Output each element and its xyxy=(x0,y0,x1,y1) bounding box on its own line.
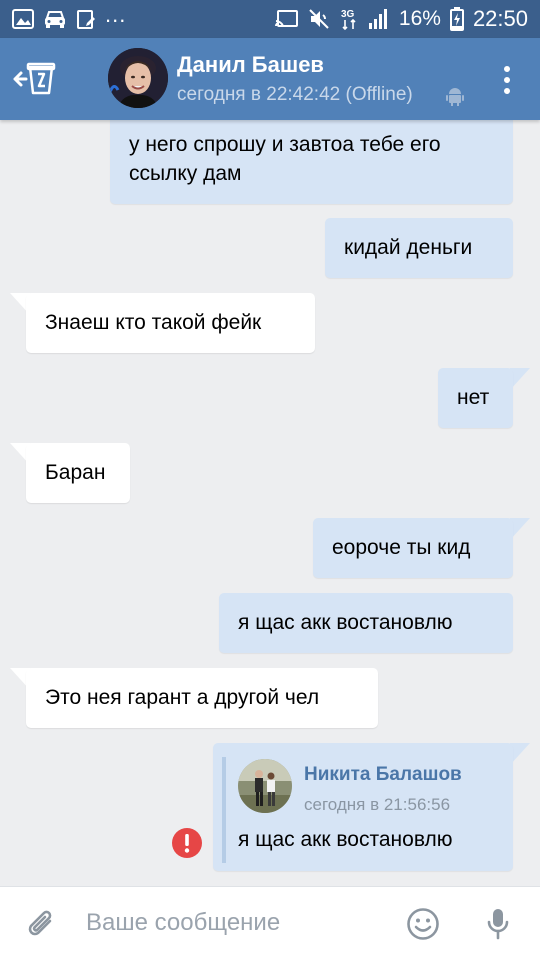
more-notifications: ... xyxy=(105,2,127,27)
message-bubble-outgoing[interactable]: нет xyxy=(438,368,513,428)
message-bubble-incoming[interactable]: Баран xyxy=(26,443,130,503)
message-bubble-incoming[interactable]: Это нея гарант а другой чел xyxy=(26,668,378,728)
clipboard-icon xyxy=(76,8,96,30)
signal-3g-icon: 3G xyxy=(341,7,359,31)
image-icon xyxy=(12,9,34,29)
forwarded-message-date: сегодня в 21:56:56 xyxy=(304,795,451,814)
message-composer xyxy=(0,886,540,960)
back-icon xyxy=(13,62,56,95)
svg-text:3G: 3G xyxy=(341,9,355,20)
contact-avatar[interactable] xyxy=(108,48,168,108)
bubble-tail xyxy=(510,743,530,765)
bubble-tail xyxy=(510,368,530,390)
message-bubble-outgoing[interactable]: у него спрошу и завтоа тебе его ссылку д… xyxy=(110,112,513,204)
chat-header: Данил Башев сегодня в 22:42:42 (Offline) xyxy=(0,38,540,120)
microphone-icon[interactable] xyxy=(486,907,510,946)
message-bubble-outgoing[interactable]: я щас акк востановлю xyxy=(219,593,513,653)
message-text: Баран xyxy=(45,461,106,484)
clock: 22:50 xyxy=(472,6,528,31)
message-text: кидай деньги xyxy=(344,236,473,259)
message-bubble-outgoing[interactable]: кидай деньги xyxy=(325,218,513,278)
message-text: eороче ты кид xyxy=(332,536,471,559)
message-text: Это нея гарант а другой чел xyxy=(45,686,320,709)
attach-icon[interactable] xyxy=(26,907,56,946)
bubble-tail xyxy=(510,518,530,540)
contact-name[interactable]: Данил Башев xyxy=(177,52,324,78)
battery-percent: 16% xyxy=(398,7,441,30)
more-options-button[interactable] xyxy=(494,62,520,98)
forward-quote-bar xyxy=(222,757,226,863)
forwarded-message-text: я щас акк востановлю xyxy=(238,828,453,851)
back-button[interactable] xyxy=(12,60,56,98)
message-text: нет xyxy=(457,386,490,409)
message-text: Знаеш кто такой фейк xyxy=(45,311,262,334)
emoji-icon[interactable] xyxy=(406,907,440,946)
car-icon xyxy=(43,9,67,29)
message-text-line: ссылку дам xyxy=(129,162,242,185)
cast-icon xyxy=(274,9,299,29)
message-text: я щас акк востановлю xyxy=(238,611,453,634)
android-icon xyxy=(446,86,464,111)
forwarded-author-name[interactable]: Никита Балашов xyxy=(304,764,462,786)
message-text-line: у него спрошу и завтоа тебе его xyxy=(129,133,441,156)
forwarded-author-avatar[interactable] xyxy=(238,759,292,813)
message-bubble-incoming[interactable]: Знаеш кто такой фейк xyxy=(26,293,315,353)
send-error-icon[interactable] xyxy=(172,828,202,858)
signal-bars-icon xyxy=(368,8,390,30)
message-input[interactable] xyxy=(86,903,386,943)
mute-icon xyxy=(308,8,332,30)
message-bubble-outgoing[interactable]: eороче ты кид xyxy=(313,518,513,578)
status-bar: ... 3G 16% 22:50 xyxy=(0,0,540,38)
last-seen-status: сегодня в 22:42:42 (Offline) xyxy=(177,84,413,105)
more-vertical-icon xyxy=(504,66,510,94)
battery-charging-icon xyxy=(449,7,464,31)
